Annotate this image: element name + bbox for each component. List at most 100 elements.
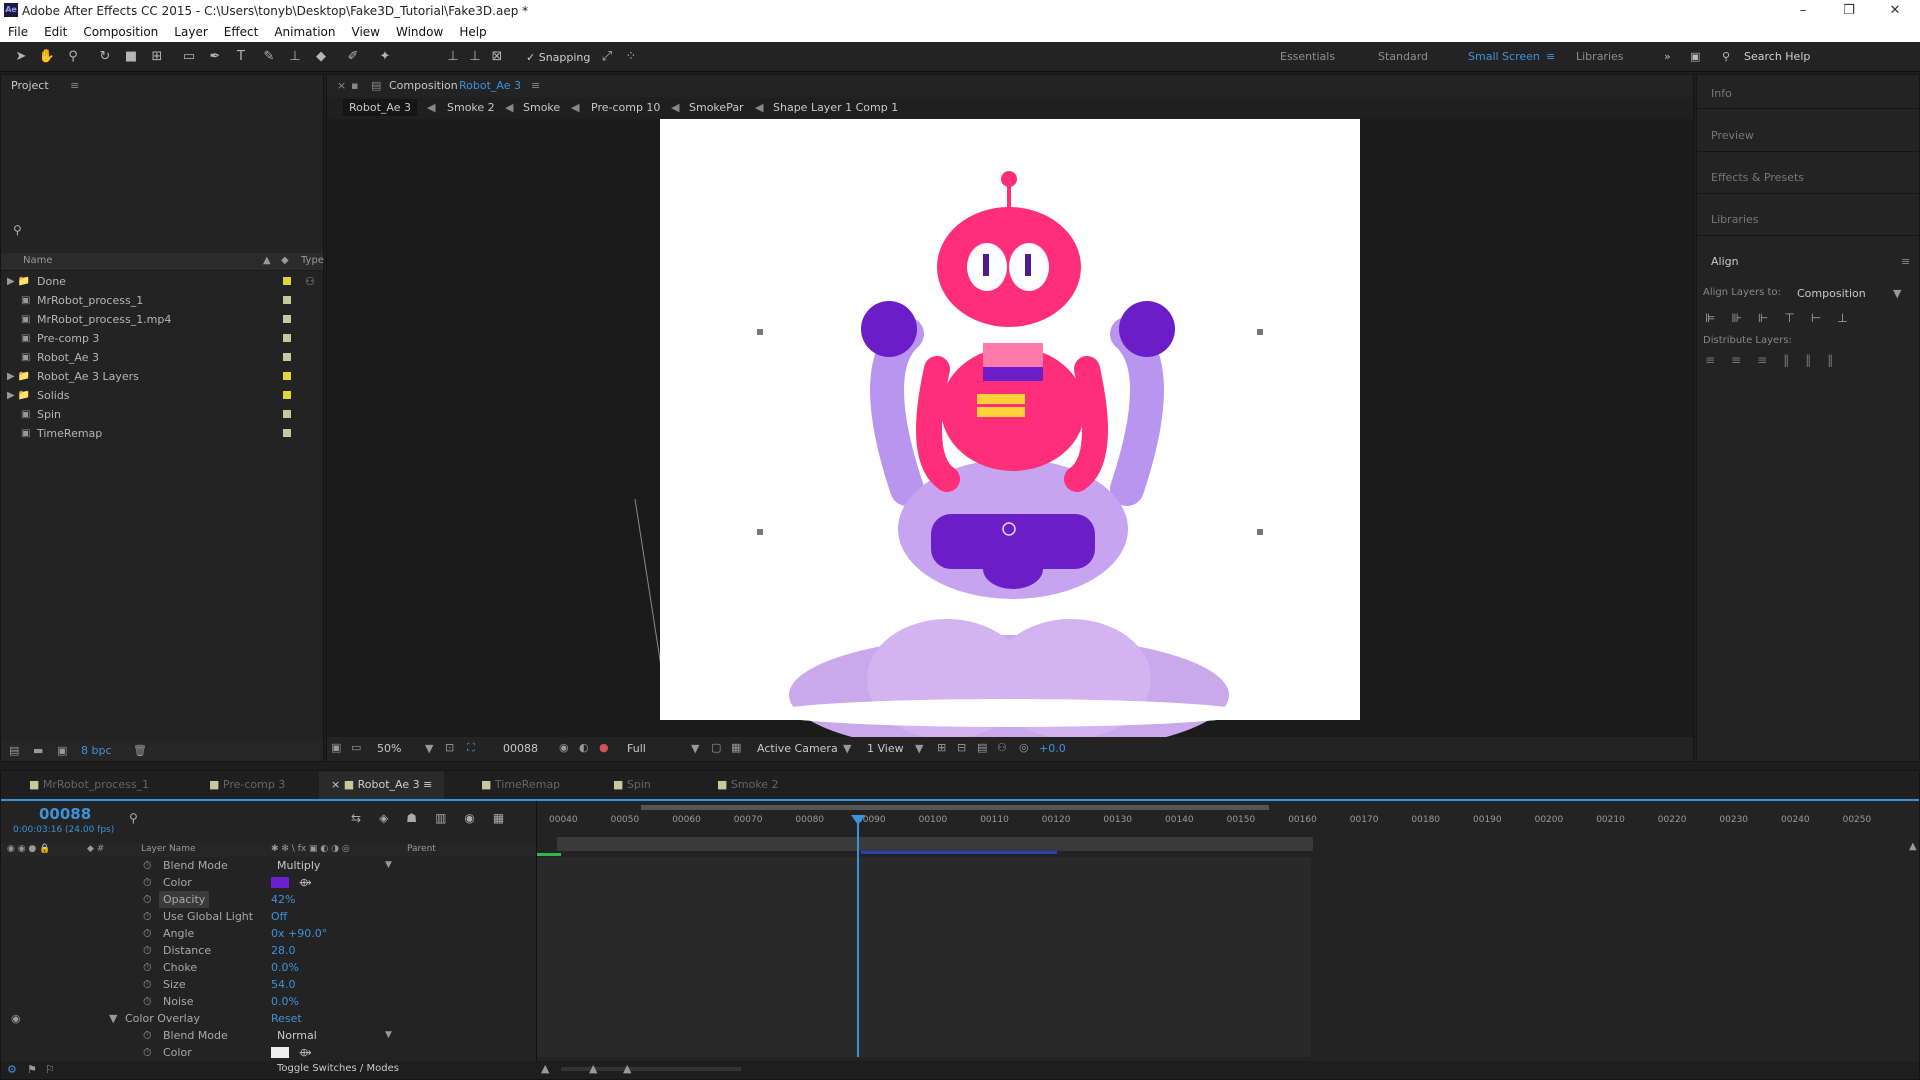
expand-transfer-controls-icon[interactable]: ⚑ — [27, 1063, 37, 1076]
magnification-dropdown[interactable]: 50% — [377, 742, 401, 755]
stopwatch-icon[interactable]: ⏱ — [143, 857, 152, 874]
menu-animation[interactable]: Animation — [274, 25, 335, 39]
timeline-tab[interactable]: ■ TimeRemap — [469, 771, 572, 799]
timeline-tab[interactable]: ■ Spin — [601, 771, 663, 799]
composition-name[interactable]: Robot_Ae 3 — [459, 79, 521, 92]
distribute-top-icon[interactable]: ≡ — [1705, 353, 1715, 367]
folder-expand-icon[interactable]: ▶ 📁 — [7, 367, 30, 386]
distribute-left-icon[interactable]: ‖ — [1783, 353, 1789, 367]
label-color-swatch[interactable] — [283, 391, 291, 399]
transparency-grid-icon[interactable]: ▦ — [731, 741, 741, 754]
menu-effect[interactable]: Effect — [224, 25, 259, 39]
distribute-vcenter-icon[interactable]: ≡ — [1731, 353, 1741, 367]
eyedropper-icon[interactable]: ⟴ — [299, 874, 312, 891]
workspace-menu-icon[interactable]: ≡ — [1546, 50, 1555, 63]
property-value[interactable]: 54.0 — [271, 976, 296, 993]
timeline-search-icon[interactable]: ⚲ — [129, 811, 138, 825]
clone-stamp-tool-icon[interactable]: ⊥ — [286, 48, 304, 66]
align-right-icon[interactable]: ⊩ — [1758, 311, 1768, 325]
timeline-tab[interactable]: ■ Smoke 2 — [705, 771, 791, 799]
property-value[interactable]: 42% — [271, 891, 295, 908]
zoom-in-icon[interactable]: ▲ — [1909, 841, 1917, 852]
transform-handle[interactable] — [757, 529, 763, 535]
distribute-bottom-icon[interactable]: ≡ — [1757, 353, 1767, 367]
sort-arrow-icon[interactable]: ▲ — [263, 255, 271, 266]
composition-viewer[interactable] — [327, 118, 1693, 755]
snapping-checkbox[interactable]: ✓ Snapping — [526, 51, 590, 64]
align-top-icon[interactable]: ⊤ — [1784, 311, 1794, 325]
folder-expand-icon[interactable]: ▶ 📁 — [7, 272, 30, 291]
time-ruler-area[interactable]: 00040 00050 00060 00070 00080 00090 00100 00110… — [537, 801, 1919, 857]
chevron-down-icon[interactable]: ▼ — [385, 1027, 392, 1044]
workspace-essentials[interactable]: Essentials — [1280, 50, 1335, 63]
column-layer-name[interactable]: Layer Name — [141, 844, 196, 854]
zoom-slider-thumb-icon[interactable]: ▲ — [589, 1062, 597, 1075]
stopwatch-icon[interactable]: ⏱ — [143, 976, 152, 993]
pan-behind-tool-icon[interactable]: ⊞ — [148, 48, 166, 66]
info-panel-tab[interactable]: Info — [1711, 87, 1732, 100]
world-axis-icon[interactable]: ⊥ — [466, 48, 484, 66]
timeline-tab[interactable]: × ■ Robot_Ae 3 ≡ — [319, 771, 445, 799]
property-value[interactable]: Reset — [271, 1010, 302, 1027]
menu-edit[interactable]: Edit — [44, 25, 67, 39]
stopwatch-icon[interactable]: ⏱ — [143, 1027, 152, 1044]
layer-property-row[interactable]: ⏱ Blend Mode Multiply ▼ — [1, 857, 536, 874]
stopwatch-icon[interactable]: ⏱ — [143, 1044, 152, 1061]
panel-menu-icon[interactable]: ≡ — [1901, 255, 1910, 268]
stopwatch-icon[interactable]: ⏱ — [143, 891, 152, 908]
lock-icon[interactable]: ▪ — [351, 79, 358, 92]
snap-options-icon[interactable]: ⤢ — [598, 48, 616, 66]
layer-property-row[interactable]: ⏱ Opacity 42% — [1, 891, 536, 908]
project-item[interactable]: ▣ TimeRemap — [1, 424, 323, 443]
timeline-tab[interactable]: ■ MrRobot_process_1 — [17, 771, 161, 799]
viewer-canvas[interactable] — [327, 118, 1693, 755]
color-swatch[interactable] — [271, 1047, 289, 1058]
breadcrumb-item[interactable]: Shape Layer 1 Comp 1 — [773, 101, 898, 114]
brush-tool-icon[interactable]: ✎ — [260, 48, 278, 66]
stopwatch-icon[interactable]: ⏱ — [143, 874, 152, 891]
minimize-button[interactable]: – — [1780, 0, 1826, 22]
align-vertical-center-icon[interactable]: ⊢ — [1811, 311, 1821, 325]
blend-mode-dropdown[interactable]: Multiply — [277, 857, 320, 874]
keyframe-track-area[interactable] — [537, 857, 1311, 1057]
pen-tool-icon[interactable]: ✒ — [206, 48, 224, 66]
chevron-down-icon[interactable]: ▼ — [691, 742, 699, 755]
zoom-out-icon[interactable]: ▲ — [541, 1062, 549, 1075]
always-preview-icon[interactable]: ▣ — [331, 741, 341, 754]
playhead[interactable] — [857, 819, 859, 1057]
panel-menu-icon[interactable]: ≡ — [420, 778, 432, 791]
label-color-swatch[interactable] — [283, 429, 291, 437]
project-item[interactable]: ▶ 📁 Done ⚇ — [1, 272, 323, 291]
label-color-swatch[interactable] — [283, 277, 291, 285]
workspace-libraries[interactable]: Libraries — [1576, 50, 1624, 63]
property-value[interactable]: 0.0% — [271, 959, 299, 976]
layer-property-row[interactable]: ⏱ Size 54.0 — [1, 976, 536, 993]
breadcrumb-item[interactable]: Pre-comp 10 — [591, 101, 660, 114]
chevron-down-icon[interactable]: ▼ — [915, 742, 923, 755]
layer-property-row[interactable]: ⏱ Noise 0.0% — [1, 993, 536, 1010]
panel-menu-icon[interactable]: ≡ — [531, 79, 540, 92]
current-frame-field[interactable]: 00088 — [503, 742, 538, 755]
snap-feature-icon[interactable]: ⁘ — [622, 48, 640, 66]
camera-tool-icon[interactable]: ■ — [122, 48, 140, 66]
menu-file[interactable]: File — [8, 25, 28, 39]
property-value[interactable]: 0x +90.0° — [271, 925, 327, 942]
monitor-icon[interactable]: ▭ — [351, 741, 361, 754]
motion-blur-icon[interactable]: ◉ — [464, 811, 474, 825]
fit-icon[interactable]: ⊡ — [445, 741, 454, 754]
interpret-footage-icon[interactable]: ▤ — [9, 744, 19, 757]
chevron-down-icon[interactable]: ▼ — [843, 742, 851, 755]
restore-button[interactable]: ❐ — [1826, 0, 1872, 22]
frame-blending-icon[interactable]: ▥ — [435, 811, 446, 825]
more-workspaces-icon[interactable]: » — [1664, 50, 1671, 63]
work-area-bar[interactable] — [641, 805, 1269, 810]
layer-property-row[interactable]: ⏱ Blend Mode Normal ▼ — [1, 1027, 536, 1044]
resolution-dropdown[interactable]: Full — [627, 742, 646, 755]
effects-presets-panel-tab[interactable]: Effects & Presets — [1711, 171, 1804, 184]
menu-window[interactable]: Window — [396, 25, 443, 39]
blend-mode-dropdown[interactable]: Normal — [277, 1027, 317, 1044]
align-to-dropdown[interactable]: Composition — [1797, 287, 1866, 300]
exposure-value[interactable]: +0.0 — [1039, 742, 1066, 755]
label-color-swatch[interactable] — [283, 334, 291, 342]
distribute-hcenter-icon[interactable]: ‖ — [1805, 353, 1811, 367]
